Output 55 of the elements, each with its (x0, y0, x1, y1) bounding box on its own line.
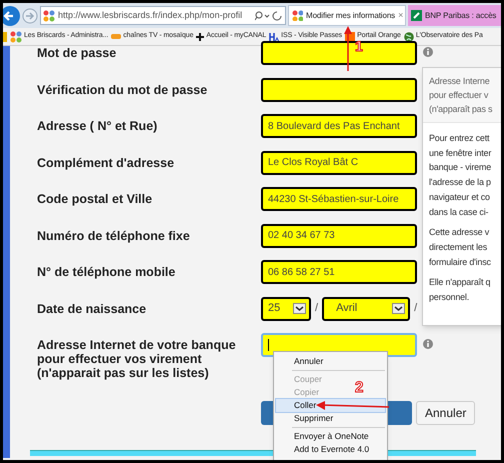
site-favicon-icon (43, 10, 55, 22)
tab-close-button[interactable]: × (398, 8, 404, 22)
tab-title: Modifier mes informations (306, 10, 396, 22)
menu-item[interactable]: Add to Evernote 4.0 (294, 443, 370, 456)
date-separator: / (315, 301, 318, 316)
field-label: Complément d'adresse (37, 154, 176, 170)
tab-title: BNP Paribas : accès (425, 10, 496, 22)
info-icon[interactable] (423, 47, 433, 57)
text-input-field[interactable]: 44230 St-Sébastien-sur-Loire (261, 187, 417, 211)
field-label: N° de téléphone mobile (37, 264, 176, 279)
menu-item[interactable]: Annuler (294, 355, 324, 368)
popover-paragraph: Pour entrez cett une fenêtre inter banque - vireme l'adresse de la p navigateur et co dans la case ci- (429, 132, 492, 219)
month-select[interactable]: Avril (322, 296, 410, 320)
menu-item[interactable]: Envoyer à OneNote (294, 430, 369, 443)
browser-tab[interactable]: BNP Paribas : accès (408, 5, 501, 26)
tab-favicon-icon (411, 10, 422, 21)
tv-icon (111, 34, 122, 39)
text-input-field[interactable]: 02 40 34 67 73 (261, 224, 417, 248)
text-input-field[interactable]: Le Clos Royal Bât C (261, 150, 417, 174)
annotation-arrow (343, 25, 353, 71)
field-label: Mot de passe (37, 45, 118, 60)
cross-icon (196, 32, 204, 40)
field-label: Date de naissance (37, 300, 148, 316)
annotation-number: 1 (355, 39, 363, 53)
browser-tab[interactable]: Modifier mes informations × (288, 5, 406, 26)
text-input-field[interactable] (261, 41, 417, 65)
text-input-field[interactable]: 06 86 58 27 51 (261, 260, 417, 284)
popover-title: Adresse Interne pour effectuer v (n'apparaît pas s (423, 68, 501, 123)
url-text: http://www.lesbriscards.fr/index.php/mon-profil (58, 8, 244, 22)
field-label: Adresse Internet de votre banque pour effectuer vos virement (n'apparait pas sur les listes) (37, 337, 237, 380)
folder-icon (3, 32, 7, 42)
day-select[interactable]: 25 (261, 296, 311, 320)
field-label: Numéro de téléphone fixe (37, 228, 191, 242)
text-input-field[interactable] (261, 78, 417, 102)
date-separator: / (414, 301, 418, 316)
dropdown-caret-icon (293, 303, 306, 314)
cancel-button[interactable]: Annuler (416, 400, 476, 424)
text-input-field[interactable]: 8 Boulevard des Pas Enchant (261, 114, 417, 138)
joomla-favicon-icon (10, 30, 22, 42)
logo-icon (269, 32, 280, 42)
popover-paragraph: Cette adresse v directement les formulaire d'insc (429, 226, 492, 269)
search-refresh-icon[interactable] (255, 10, 283, 22)
field-label: Vérification du mot de passe (37, 82, 208, 96)
field-label: Code postal et Ville (37, 191, 154, 206)
annotation-number: 2 (355, 380, 364, 395)
popover-paragraph: Elle n'apparaît q personnel. (429, 276, 492, 304)
field-label: Adresse ( N° et Rue) (37, 118, 158, 133)
menu-item[interactable]: Coller (276, 399, 385, 412)
address-bar[interactable]: http://www.lesbriscards.fr/index.php/mon-profil (40, 6, 286, 25)
back-button-icon[interactable] (3, 6, 20, 26)
info-icon[interactable] (423, 339, 433, 349)
tab-favicon-icon (292, 10, 303, 21)
globe-icon (404, 32, 414, 42)
menu-item[interactable]: Supprimer (294, 412, 334, 425)
dropdown-caret-icon (392, 303, 406, 314)
